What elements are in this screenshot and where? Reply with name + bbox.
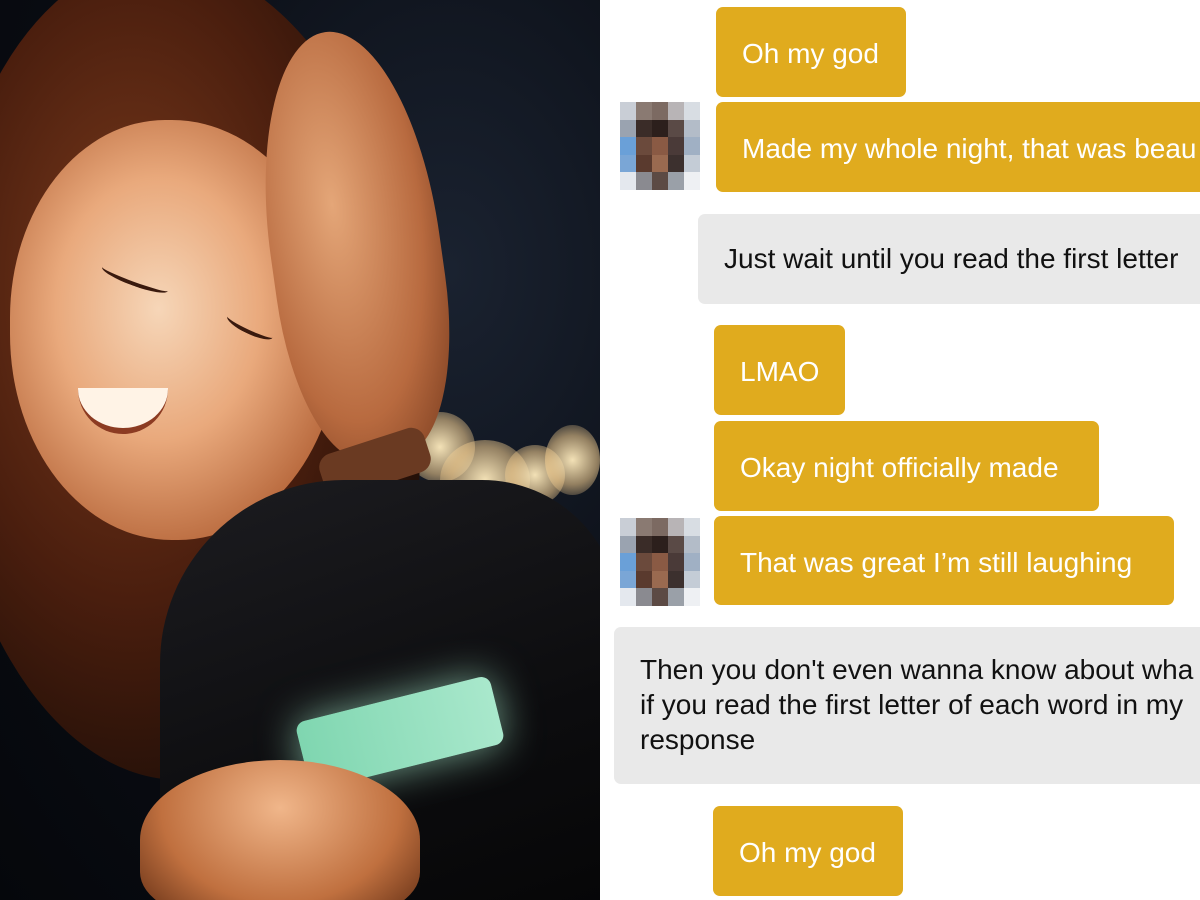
photo-panel bbox=[0, 0, 600, 900]
sent-message-bubble: Made my whole night, that was beau bbox=[716, 102, 1200, 192]
message-line: Then you don't even wanna know about wha bbox=[640, 654, 1194, 685]
sent-message-bubble: LMAO bbox=[714, 325, 845, 415]
bokeh-light bbox=[545, 425, 600, 495]
chat-panel: Oh my god Made my whole night, that was … bbox=[600, 0, 1200, 900]
message-line: if you read the first letter of each wor… bbox=[640, 689, 1184, 720]
sent-message-bubble: Okay night officially made bbox=[714, 421, 1099, 511]
received-message-bubble: Then you don't even wanna know about wha… bbox=[614, 627, 1200, 784]
received-message-bubble: Just wait until you read the first lette… bbox=[698, 214, 1200, 304]
message-line: response bbox=[640, 724, 756, 755]
sent-message-bubble: Oh my god bbox=[713, 806, 903, 896]
sent-message-bubble: Oh my god bbox=[716, 7, 906, 97]
sent-message-bubble: That was great I’m still laughing bbox=[714, 516, 1174, 605]
contact-avatar bbox=[620, 102, 700, 190]
contact-avatar bbox=[620, 518, 700, 606]
